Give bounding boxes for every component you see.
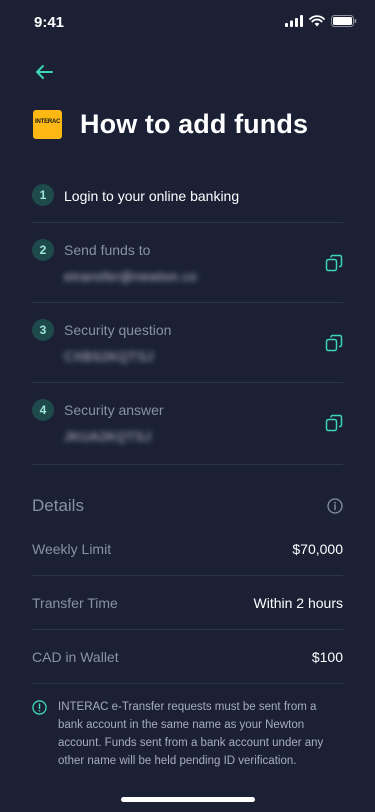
detail-key: Weekly Limit xyxy=(32,540,112,557)
step-number: 4 xyxy=(32,399,54,421)
page-title: How to add funds xyxy=(80,108,309,139)
step-number: 2 xyxy=(32,239,54,261)
step-label: Send funds to xyxy=(64,242,151,258)
detail-row-weekly-limit: Weekly Limit $70,000 xyxy=(32,522,343,576)
info-icon xyxy=(327,498,343,514)
copy-icon xyxy=(325,334,343,352)
back-button[interactable] xyxy=(32,60,56,84)
copy-icon xyxy=(325,254,343,272)
copy-icon xyxy=(325,414,343,432)
copy-question-button[interactable] xyxy=(325,334,343,352)
step-login: 1 Login to your online banking xyxy=(32,183,343,223)
step-number: 3 xyxy=(32,319,54,341)
back-arrow-icon xyxy=(36,65,53,79)
transfer-notice: INTERAC e-Transfer requests must be sent… xyxy=(32,698,343,770)
logo-text: INTERAC xyxy=(35,118,61,125)
notice-text: INTERAC e-Transfer requests must be sent… xyxy=(58,701,324,767)
status-bar: 9:41 xyxy=(0,0,375,44)
details-title: Details xyxy=(32,496,84,515)
security-answer-value: JKUA2KQTSJ xyxy=(64,429,152,444)
detail-value: Within 2 hours xyxy=(253,594,343,611)
interac-logo: INTERAC xyxy=(33,109,62,139)
recipient-email-value: etransfer@newton.co xyxy=(64,269,198,284)
detail-key: Transfer Time xyxy=(32,594,118,611)
step-number: 1 xyxy=(32,184,54,206)
steps-list: 1 Login to your online banking 2 Send fu… xyxy=(32,183,343,465)
battery-icon xyxy=(331,15,357,27)
detail-row-transfer-time: Transfer Time Within 2 hours xyxy=(32,576,343,630)
step-send-funds: 2 Send funds to etransfer@newton.co xyxy=(32,223,343,303)
signal-icon xyxy=(285,15,303,27)
detail-key: CAD in Wallet xyxy=(32,648,119,665)
copy-answer-button[interactable] xyxy=(325,414,343,432)
copy-email-button[interactable] xyxy=(325,254,343,272)
security-question-value: CXBS2KQTSJ xyxy=(64,349,154,364)
page-header: INTERAC How to add funds xyxy=(33,108,308,140)
detail-value: $70,000 xyxy=(292,540,343,557)
step-security-answer: 4 Security answer JKUA2KQTSJ xyxy=(32,383,343,465)
detail-row-cad-wallet: CAD in Wallet $100 xyxy=(32,630,343,684)
wifi-icon xyxy=(309,15,325,27)
step-security-question: 3 Security question CXBS2KQTSJ xyxy=(32,303,343,383)
home-indicator xyxy=(121,797,255,802)
warning-icon xyxy=(32,700,47,715)
status-time: 9:41 xyxy=(34,14,65,31)
detail-value: $100 xyxy=(311,648,343,665)
step-label: Security answer xyxy=(64,402,164,418)
details-list: Weekly Limit $70,000 Transfer Time Withi… xyxy=(32,522,343,684)
details-info-button[interactable] xyxy=(327,498,343,514)
status-icons xyxy=(285,15,357,27)
step-label: Login to your online banking xyxy=(64,188,240,204)
details-header: Details xyxy=(32,496,343,520)
step-label: Security question xyxy=(64,322,172,338)
